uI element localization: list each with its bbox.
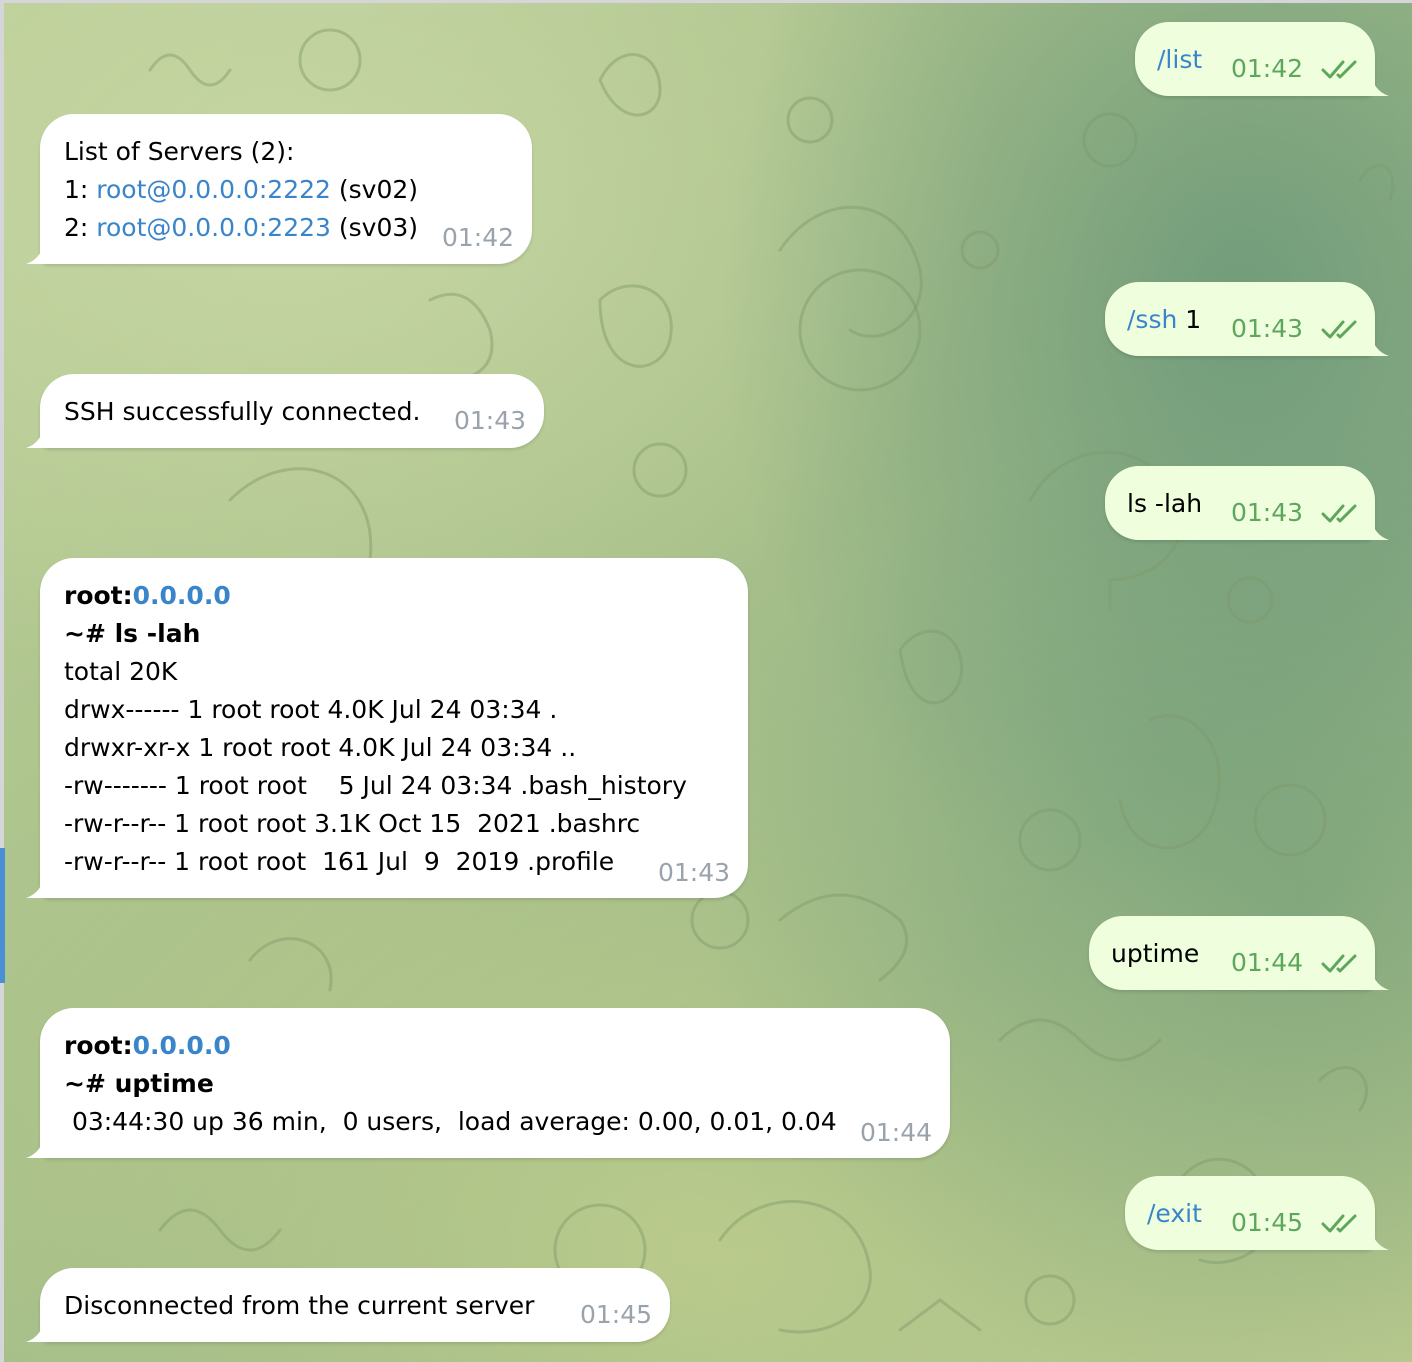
prompt-user: root: [64, 581, 133, 610]
bubble-tail-icon [26, 422, 52, 448]
message-text: /ssh 1 [1127, 301, 1201, 339]
message-time: 01:45 [580, 1300, 653, 1329]
selection-marker [0, 848, 5, 983]
server-list-title: List of Servers (2): [64, 137, 295, 166]
bubble-tail-icon [1363, 1224, 1389, 1250]
chat-area[interactable]: /list 01:42 List of Servers (2): 1: root… [0, 0, 1412, 1362]
bubble-tail-icon [1363, 514, 1389, 540]
window-top-border [0, 0, 1412, 3]
message-time: 01:42 [442, 223, 515, 252]
output-line: 03:44:30 up 36 min, 0 users, load averag… [64, 1107, 837, 1136]
message-outgoing[interactable]: /list 01:42 [1135, 22, 1389, 96]
message-incoming[interactable]: SSH successfully connected. 01:43 [26, 374, 544, 448]
message-outgoing[interactable]: /ssh 1 01:43 [1105, 282, 1389, 356]
output-line: -rw-r--r-- 1 root root 161 Jul 9 2019 .p… [64, 847, 615, 876]
prompt-host-link[interactable]: 0.0.0.0 [133, 1031, 231, 1060]
message-command[interactable]: /exit [1147, 1195, 1202, 1233]
terminal-command: ~# ls -lah [64, 619, 201, 648]
message-command[interactable]: /ssh [1127, 305, 1177, 334]
message-incoming[interactable]: Disconnected from the current server 01:… [26, 1268, 670, 1342]
message-incoming[interactable]: root:0.0.0.0 ~# ls -lah total 20K drwx--… [26, 558, 748, 898]
message-outgoing[interactable]: ls -lah 01:43 [1105, 466, 1389, 540]
double-check-icon [1321, 954, 1357, 973]
output-line: -rw------- 1 root root 5 Jul 24 03:34 .b… [64, 771, 687, 800]
message-time: 01:43 [658, 858, 731, 887]
message-incoming[interactable]: root:0.0.0.0 ~# uptime 03:44:30 up 36 mi… [26, 1008, 950, 1158]
message-time: 01:44 [1231, 948, 1304, 977]
prompt-user: root: [64, 1031, 133, 1060]
message-text: SSH successfully connected. [64, 397, 421, 426]
server-name: (sv02) [330, 175, 419, 204]
server-address-link[interactable]: root@0.0.0.0:2223 [96, 213, 331, 242]
bubble-tail-icon [26, 238, 52, 264]
output-line: drwx------ 1 root root 4.0K Jul 24 03:34… [64, 695, 558, 724]
terminal-prompt: root:0.0.0.0 [64, 577, 687, 615]
server-address-link[interactable]: root@0.0.0.0:2222 [96, 175, 331, 204]
message-time: 01:45 [1231, 1208, 1304, 1237]
message-time: 01:43 [454, 406, 527, 435]
message-command[interactable]: /list [1157, 41, 1202, 79]
message-outgoing[interactable]: uptime 01:44 [1089, 916, 1389, 990]
output-line: total 20K [64, 657, 178, 686]
bubble-tail-icon [26, 872, 52, 898]
window-left-border [0, 0, 4, 1362]
message-incoming[interactable]: List of Servers (2): 1: root@0.0.0.0:222… [26, 114, 532, 264]
message-text: Disconnected from the current server [64, 1291, 535, 1320]
message-time: 01:43 [1231, 498, 1304, 527]
message-time: 01:42 [1231, 54, 1304, 83]
bubble-tail-icon [1363, 964, 1389, 990]
server-entry: 1: root@0.0.0.0:2222 (sv02) [64, 171, 418, 209]
terminal-prompt: root:0.0.0.0 [64, 1027, 837, 1065]
bubble-tail-icon [1363, 70, 1389, 96]
double-check-icon [1321, 1214, 1357, 1233]
server-name: (sv03) [330, 213, 419, 242]
terminal-command: ~# uptime [64, 1069, 214, 1098]
double-check-icon [1321, 504, 1357, 523]
output-line: -rw-r--r-- 1 root root 3.1K Oct 15 2021 … [64, 809, 641, 838]
bubble-tail-icon [26, 1316, 52, 1342]
message-body: List of Servers (2): 1: root@0.0.0.0:222… [64, 133, 418, 247]
prompt-host-link[interactable]: 0.0.0.0 [133, 581, 231, 610]
output-line: drwxr-xr-x 1 root root 4.0K Jul 24 03:34… [64, 733, 577, 762]
terminal-output: root:0.0.0.0 ~# ls -lah total 20K drwx--… [64, 577, 687, 881]
terminal-output: root:0.0.0.0 ~# uptime 03:44:30 up 36 mi… [64, 1027, 837, 1141]
message-text: uptime [1111, 939, 1200, 968]
bubble-tail-icon [1363, 330, 1389, 356]
message-time: 01:44 [860, 1118, 933, 1147]
message-text: ls -lah [1127, 489, 1203, 518]
bubble-tail-icon [26, 1132, 52, 1158]
server-entry: 2: root@0.0.0.0:2223 (sv03) [64, 209, 418, 247]
message-outgoing[interactable]: /exit 01:45 [1125, 1176, 1389, 1250]
double-check-icon [1321, 60, 1357, 79]
server-index: 1: [64, 175, 97, 204]
message-time: 01:43 [1231, 314, 1304, 343]
double-check-icon [1321, 320, 1357, 339]
message-argument: 1 [1177, 305, 1202, 334]
server-index: 2: [64, 213, 97, 242]
